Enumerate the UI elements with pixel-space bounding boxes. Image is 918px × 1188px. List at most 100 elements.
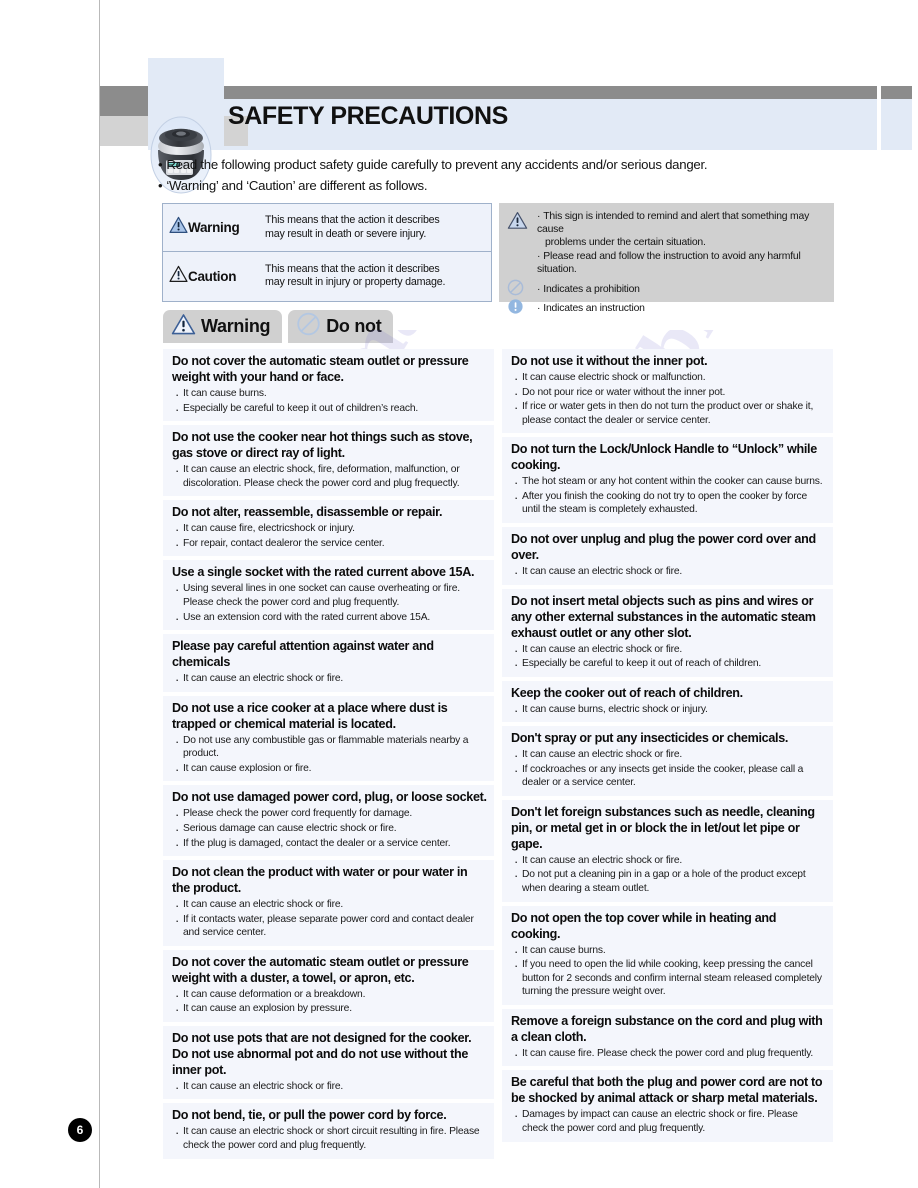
section-badges: Warning Do not — [163, 310, 394, 343]
safety-block-list: It can cause an electric shock or fire. — [172, 1079, 487, 1096]
header-blue-banner-right — [881, 99, 912, 150]
safety-block-title: Do not turn the Lock/Unlock Handle to “U… — [511, 442, 817, 473]
safety-block-title: Do not cover the automatic steam outlet … — [172, 354, 469, 384]
definition-caution-desc-l2: may result in injury or property damage. — [265, 276, 446, 288]
definition-prohibition-lines: · Indicates a prohibition — [537, 283, 640, 296]
safety-content-columns: Do not cover the automatic steam outlet … — [163, 349, 833, 1163]
safety-block-list-item: It can cause an electric shock or fire. — [511, 642, 826, 659]
definition-prohibition-block: · Indicates a prohibition — [507, 279, 828, 299]
safety-block-list-item: It can cause burns. — [172, 386, 487, 403]
safety-block: Please pay careful attention against wat… — [163, 634, 494, 692]
safety-block-list: It can cause burns, electric shock or in… — [511, 702, 826, 719]
badge-do-not: Do not — [288, 310, 394, 343]
safety-block-list-item: It can cause an electric shock, fire, de… — [172, 462, 487, 490]
safety-block-list: It can cause an electric shock, fire, de… — [172, 462, 487, 490]
page-number-badge: 6 — [68, 1118, 92, 1142]
safety-block-title: Do not use pots that are not designed fo… — [172, 1030, 472, 1077]
header-gray-bar-right — [881, 86, 912, 99]
safety-block-title: Do not alter, reassemble, disassemble or… — [172, 505, 443, 520]
safety-block: Do not cover the automatic steam outlet … — [163, 349, 494, 422]
safety-block-title: Don't spray or put any insecticides or c… — [511, 731, 789, 746]
intro-line-1: • Read the following product safety guide… — [158, 157, 858, 172]
definition-sign-line-3-text: Please read and follow the instruction t… — [537, 250, 801, 275]
intro-line-2: • ‘Warning’ and ‘Caution’ are different a… — [158, 178, 858, 193]
safety-block-list: It can cause an electric shock or short … — [172, 1124, 487, 1152]
safety-block-list-item: It can cause an electric shock or fire. — [511, 853, 826, 870]
safety-block-title: Do not use the cooker near hot things su… — [172, 430, 473, 461]
safety-block-list-item: It can cause deformation or a breakdown. — [172, 987, 487, 1004]
safety-block-title: Be careful that both the plug and power … — [511, 1075, 823, 1106]
page-title: SAFETY PRECAUTIONS — [228, 102, 508, 130]
safety-block-list: It can cause an electric shock or fire. — [172, 671, 487, 688]
definition-table-left: Warning This means that the action it de… — [162, 203, 492, 302]
definition-caution-label: Caution — [169, 265, 265, 288]
warning-triangle-icon — [169, 216, 188, 239]
safety-block-list-item: Especially be careful to keep it out of … — [172, 401, 487, 418]
definition-warning-desc: This means that the action it describes … — [265, 214, 440, 241]
safety-block-list-item: It can cause electric shock or malfuncti… — [511, 370, 826, 387]
safety-block-list: It can cause an electric shock or fire.I… — [172, 897, 487, 940]
safety-block-title: Don't let foreign substances such as nee… — [511, 804, 815, 851]
safety-block: Use a single socket with the rated curre… — [163, 560, 494, 631]
safety-block-list-item: It can cause fire. Please check the powe… — [511, 1046, 826, 1063]
bullet-dot: · — [537, 250, 541, 262]
safety-block: Keep the cooker out of reach of children… — [502, 680, 833, 723]
safety-block-title: Keep the cooker out of reach of children… — [511, 685, 743, 700]
safety-block-list-item: It can cause burns, electric shock or in… — [511, 702, 826, 719]
safety-block-list-item: It can cause an electric shock or fire. — [511, 564, 826, 581]
safety-block: Remove a foreign substance on the cord a… — [502, 1008, 833, 1067]
safety-block-list-item: If rice or water gets in then do not tur… — [511, 399, 826, 427]
safety-block-list: It can cause electric shock or malfuncti… — [511, 370, 826, 427]
safety-block: Be careful that both the plug and power … — [502, 1070, 833, 1142]
safety-block: Don't spray or put any insecticides or c… — [502, 726, 833, 796]
safety-block-list-item: If cockroaches or any insects get inside… — [511, 762, 826, 790]
definition-instruction-text: Indicates an instruction — [543, 302, 645, 314]
safety-block: Do not open the top cover while in heati… — [502, 905, 833, 1005]
definition-sign-block: · This sign is intended to remind and ale… — [507, 210, 828, 276]
bullet-dot: · — [537, 302, 541, 314]
safety-block-list: Do not use any combustible gas or flamma… — [172, 733, 487, 778]
safety-block: Do not use it without the inner pot. It c… — [502, 349, 833, 434]
safety-block-list: It can cause burns.Especially be careful… — [172, 386, 487, 418]
safety-block-list: Damages by impact can cause an electric … — [511, 1107, 826, 1135]
bullet-dot: · — [537, 211, 541, 222]
safety-block-list-item: If the plug is damaged, contact the deal… — [172, 836, 487, 853]
safety-block-title: Do not use damaged power cord, plug, or … — [172, 790, 487, 805]
definition-row-warning: Warning This means that the action it de… — [163, 204, 491, 252]
definition-prohibition-line: · Indicates a prohibition — [537, 283, 640, 296]
definition-sign-lines: · This sign is intended to remind and ale… — [537, 210, 828, 276]
safety-block-list: Please check the power cord frequently f… — [172, 806, 487, 853]
safety-block-list-item: It can cause burns. — [511, 943, 826, 960]
safety-block-title: Do not use it without the inner pot. — [511, 354, 708, 368]
safety-block-title: Do not clean the product with water or p… — [172, 865, 468, 896]
badge-warning: Warning — [163, 310, 283, 343]
definition-table-right: · This sign is intended to remind and ale… — [499, 203, 834, 314]
safety-block-list: It can cause an electric shock or fire.D… — [511, 853, 826, 896]
safety-block: Do not use a rice cooker at a place wher… — [163, 695, 494, 782]
safety-block-list: The hot steam or any hot content within … — [511, 474, 826, 517]
definition-caution-text: Caution — [188, 268, 237, 284]
badge-warning-label: Warning — [201, 316, 271, 336]
safety-block-list-item: Especially be careful to keep it out of … — [511, 656, 826, 673]
safety-block: Do not turn the Lock/Unlock Handle to “U… — [502, 437, 833, 523]
safety-block-list-item: It can cause fire, electricshock or inju… — [172, 521, 487, 538]
safety-block-title: Do not over unplug and plug the power co… — [511, 532, 816, 562]
safety-block-list-item: Serious damage can cause electric shock … — [172, 821, 487, 838]
safety-block-list-item: If you need to open the lid while cookin… — [511, 957, 826, 999]
safety-block-title: Do not use a rice cooker at a place wher… — [172, 700, 448, 731]
safety-block: Do not alter, reassemble, disassemble or… — [163, 500, 494, 557]
safety-block-list-item: It can cause an electric shock or fire. — [511, 747, 826, 764]
safety-block-list-item: It can cause an electric shock or fire. — [172, 671, 487, 688]
safety-block: Do not over unplug and plug the power co… — [502, 527, 833, 585]
badge-do-not-label: Do not — [326, 316, 382, 336]
safety-block: Do not use the cooker near hot things su… — [163, 425, 494, 497]
safety-block-list-item: If it contacts water, please separate po… — [172, 912, 487, 940]
definition-instruction-lines: · Indicates an instruction — [537, 302, 645, 315]
safety-block-list-item: Using several lines in one socket can ca… — [172, 581, 487, 609]
safety-block-list: It can cause burns.If you need to open t… — [511, 943, 826, 999]
definition-sign-line-1: · This sign is intended to remind and ale… — [537, 210, 828, 236]
safety-block-list-item: It can cause an explosion by pressure. — [172, 1001, 487, 1018]
intro-line-1-text: Read the following product safety guide … — [166, 157, 708, 172]
bullet-dot: • — [158, 178, 163, 193]
safety-column-right: Do not use it without the inner pot. It c… — [502, 349, 833, 1163]
